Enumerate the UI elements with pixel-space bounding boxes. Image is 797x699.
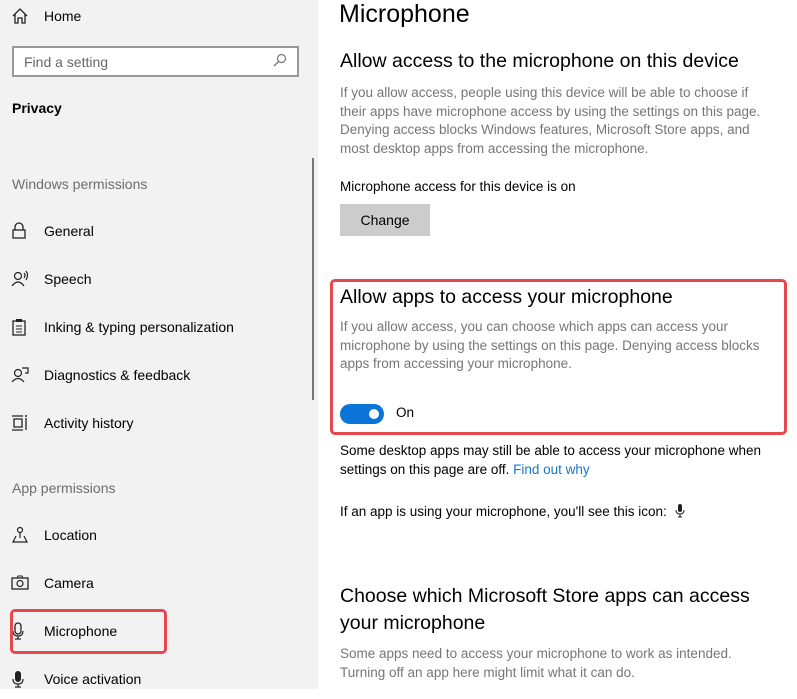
sidebar-item-label: Speech bbox=[44, 271, 92, 287]
microphone-highlight bbox=[10, 609, 167, 654]
search-input[interactable]: Find a setting bbox=[12, 46, 299, 77]
sidebar-item-label: General bbox=[44, 223, 94, 239]
timeline-icon bbox=[0, 414, 44, 432]
sidebar-item-voice-activation[interactable]: Voice activation bbox=[0, 659, 316, 699]
speech-icon bbox=[0, 270, 44, 288]
location-icon bbox=[0, 526, 44, 544]
sidebar-item-label: Activity history bbox=[44, 415, 134, 431]
change-button[interactable]: Change bbox=[340, 204, 430, 236]
sidebar-item-activity-history[interactable]: Activity history bbox=[0, 403, 316, 443]
icon-note: If an app is using your microphone, you'… bbox=[340, 503, 780, 522]
microphone-filled-icon bbox=[0, 670, 44, 688]
app-permissions-header: App permissions bbox=[12, 480, 116, 496]
device-access-status: Microphone access for this device is on bbox=[340, 179, 576, 194]
find-out-why-link[interactable]: Find out why bbox=[513, 462, 590, 477]
sidebar-item-camera[interactable]: Camera bbox=[0, 563, 316, 603]
desktop-apps-note: Some desktop apps may still be able to a… bbox=[340, 443, 761, 477]
sidebar-item-label: Inking & typing personalization bbox=[44, 319, 234, 335]
search-icon[interactable] bbox=[273, 53, 287, 70]
toggle-state-label: On bbox=[396, 405, 415, 420]
device-access-description: If you allow access, people using this d… bbox=[340, 85, 761, 156]
page-title: Microphone bbox=[339, 0, 470, 28]
sidebar-item-label: Diagnostics & feedback bbox=[44, 367, 191, 383]
sidebar-item-diagnostics[interactable]: Diagnostics & feedback bbox=[0, 355, 316, 395]
sidebar-scrollbar[interactable] bbox=[312, 158, 314, 400]
sidebar-item-general[interactable]: General bbox=[0, 211, 316, 251]
sidebar-item-location[interactable]: Location bbox=[0, 515, 316, 555]
sidebar-item-label: Camera bbox=[44, 575, 94, 591]
device-access-heading: Allow access to the microphone on this d… bbox=[340, 50, 739, 72]
camera-icon bbox=[0, 575, 44, 591]
sidebar-item-label: Location bbox=[44, 527, 97, 543]
apps-access-description: If you allow access, you can choose whic… bbox=[340, 319, 760, 371]
home-icon bbox=[0, 7, 44, 25]
sidebar-item-inking[interactable]: Inking & typing personalization bbox=[0, 307, 316, 347]
store-apps-heading: Choose which Microsoft Store apps can ac… bbox=[340, 585, 750, 634]
clipboard-icon bbox=[0, 318, 44, 336]
sidebar: Home Find a setting Privacy Windows perm… bbox=[0, 0, 318, 689]
windows-permissions-header: Windows permissions bbox=[12, 176, 148, 192]
microphone-indicator-icon bbox=[671, 504, 685, 519]
lock-icon bbox=[0, 222, 44, 240]
apps-access-heading: Allow apps to access your microphone bbox=[340, 286, 673, 308]
store-apps-description: Some apps need to access your microphone… bbox=[340, 646, 732, 680]
search-placeholder: Find a setting bbox=[24, 53, 109, 70]
sidebar-item-speech[interactable]: Speech bbox=[0, 259, 316, 299]
category-title: Privacy bbox=[12, 100, 62, 116]
sidebar-item-home[interactable]: Home bbox=[0, 0, 316, 36]
apps-access-toggle[interactable] bbox=[340, 404, 384, 424]
sidebar-item-label: Voice activation bbox=[44, 671, 142, 687]
feedback-icon bbox=[0, 366, 44, 384]
home-label: Home bbox=[44, 8, 82, 24]
